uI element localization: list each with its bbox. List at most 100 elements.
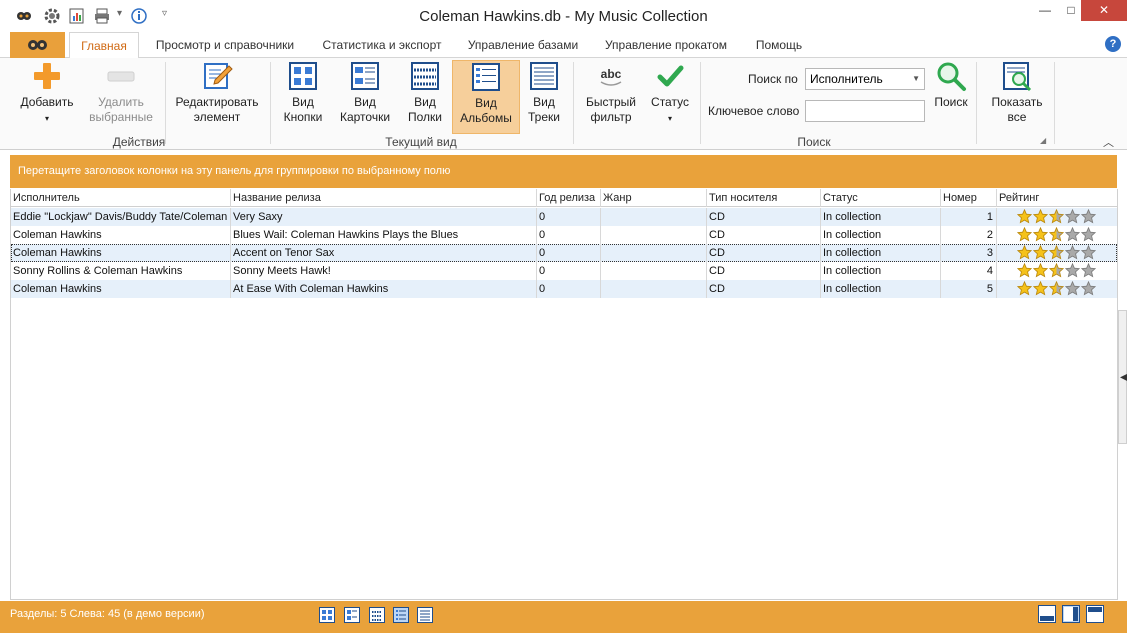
star-icon[interactable] <box>1081 245 1096 260</box>
cell-status: In collection <box>821 208 941 226</box>
star-icon[interactable] <box>1081 263 1096 278</box>
collapse-ribbon-icon[interactable]: ︿ <box>1103 134 1114 150</box>
group-by-panel[interactable]: Перетащите заголовок колонки на эту пане… <box>10 155 1117 188</box>
tab-statistics-export[interactable]: Статистика и экспорт <box>312 32 452 58</box>
view-cards-icon[interactable] <box>344 607 360 623</box>
view-tracks-icon[interactable] <box>417 607 433 623</box>
edit-item-button[interactable]: Редактировать элемент <box>172 60 262 125</box>
tab-home[interactable]: Главная <box>69 32 139 59</box>
star-icon[interactable] <box>1049 281 1064 296</box>
star-icon[interactable] <box>1033 263 1048 278</box>
dialog-launcher-icon[interactable]: ◢ <box>1040 136 1046 145</box>
star-icon[interactable] <box>1033 209 1048 224</box>
column-header-title[interactable]: Название релиза <box>231 189 537 207</box>
ribbon-tabs: Главная Просмотр и справочники Статистик… <box>0 32 1127 59</box>
cell-title: Blues Wail: Coleman Hawkins Plays the Bl… <box>231 226 537 244</box>
star-icon[interactable] <box>1049 227 1064 242</box>
rating-stars[interactable] <box>1017 263 1097 279</box>
star-icon[interactable] <box>1017 209 1032 224</box>
cell-artist: Sonny Rollins & Coleman Hawkins <box>11 262 231 280</box>
star-icon[interactable] <box>1081 209 1096 224</box>
expand-side-panel-icon[interactable]: ◀ <box>1120 372 1127 383</box>
star-icon[interactable] <box>1033 281 1048 296</box>
column-header-artist[interactable]: Исполнитель <box>11 189 231 207</box>
view-buttons-icon[interactable] <box>319 607 335 623</box>
table-row-selected[interactable]: Coleman Hawkins Accent on Tenor Sax 0 CD… <box>11 244 1117 262</box>
view-shelves-button[interactable]: Вид Полки <box>402 60 448 125</box>
column-header-year[interactable]: Год релиза <box>537 189 601 207</box>
chevron-down-icon: ▾ <box>44 114 49 123</box>
star-icon[interactable] <box>1065 209 1080 224</box>
star-icon[interactable] <box>1081 281 1096 296</box>
column-header-number[interactable]: Номер <box>941 189 997 207</box>
show-all-icon <box>1003 62 1032 92</box>
view-albums-icon[interactable] <box>393 607 409 623</box>
delete-selected-button[interactable]: Удалить выбранные <box>86 60 156 125</box>
star-icon[interactable] <box>1065 227 1080 242</box>
cell-year: 0 <box>537 208 601 226</box>
layout-bottom-icon[interactable] <box>1038 605 1056 623</box>
rating-stars[interactable] <box>1017 227 1097 243</box>
table-row[interactable]: Coleman Hawkins At Ease With Coleman Haw… <box>11 280 1117 298</box>
search-by-select[interactable]: Исполнитель ▼ <box>805 68 925 90</box>
table-row[interactable]: Sonny Rollins & Coleman Hawkins Sonny Me… <box>11 262 1117 280</box>
view-albums-button[interactable]: Вид Альбомы <box>452 60 520 134</box>
rating-stars[interactable] <box>1017 209 1097 225</box>
keyword-label: Ключевое слово <box>708 104 800 118</box>
group-label-current-view: Текущий вид <box>385 135 457 149</box>
cell-title: At Ease With Coleman Hawkins <box>231 280 537 298</box>
show-all-button[interactable]: Показать все <box>986 60 1048 125</box>
star-icon[interactable] <box>1049 245 1064 260</box>
search-by-label: Поиск по <box>748 72 798 86</box>
edit-icon <box>204 63 233 89</box>
layout-right-icon[interactable] <box>1062 605 1080 623</box>
search-button[interactable]: Поиск <box>930 60 972 110</box>
column-header-media[interactable]: Тип носителя <box>707 189 821 207</box>
minimize-icon[interactable]: — <box>1031 0 1059 21</box>
app-menu-button[interactable] <box>10 32 65 58</box>
cell-title: Very Saxy <box>231 208 537 226</box>
column-header-rating[interactable]: Рейтинг <box>997 189 1117 207</box>
rating-stars[interactable] <box>1017 245 1097 261</box>
status-button[interactable]: Статус ▾ <box>646 60 694 126</box>
help-icon[interactable]: ? <box>1105 36 1121 52</box>
tab-rental-management[interactable]: Управление прокатом <box>594 32 738 58</box>
view-shelves-icon <box>411 62 439 90</box>
star-icon[interactable] <box>1049 209 1064 224</box>
view-shelves-icon[interactable] <box>369 607 385 623</box>
close-icon[interactable]: ✕ <box>1081 0 1127 21</box>
tab-help[interactable]: Помощь <box>745 32 813 58</box>
view-cards-button[interactable]: Вид Карточки <box>335 60 395 125</box>
star-icon[interactable] <box>1065 281 1080 296</box>
ribbon-separator <box>700 62 701 144</box>
view-buttons-button[interactable]: Вид Кнопки <box>278 60 328 125</box>
column-header-status[interactable]: Статус <box>821 189 941 207</box>
star-icon[interactable] <box>1033 245 1048 260</box>
star-icon[interactable] <box>1017 227 1032 242</box>
keyword-input[interactable] <box>805 100 925 122</box>
chevron-down-icon: ▾ <box>667 114 672 123</box>
ribbon-panel: Добавить ▾ Удалить выбранные Редактирова… <box>0 58 1127 150</box>
column-header-genre[interactable]: Жанр <box>601 189 707 207</box>
star-icon[interactable] <box>1081 227 1096 242</box>
star-icon[interactable] <box>1017 263 1032 278</box>
star-icon[interactable] <box>1065 245 1080 260</box>
table-row[interactable]: Coleman Hawkins Blues Wail: Coleman Hawk… <box>11 226 1117 244</box>
rating-stars[interactable] <box>1017 281 1097 297</box>
table-row[interactable]: Eddie "Lockjaw" Davis/Buddy Tate/Coleman… <box>11 208 1117 226</box>
cell-media: CD <box>707 208 821 226</box>
star-icon[interactable] <box>1017 245 1032 260</box>
checkmark-icon <box>657 65 684 87</box>
cell-number: 5 <box>941 280 997 298</box>
layout-top-icon[interactable] <box>1086 605 1104 623</box>
add-button[interactable]: Добавить ▾ <box>16 60 78 126</box>
tab-view-references[interactable]: Просмотр и справочники <box>144 32 306 58</box>
app-logo-icon <box>28 40 47 50</box>
quick-filter-button[interactable]: abc Быстрый фильтр <box>582 60 640 125</box>
star-icon[interactable] <box>1033 227 1048 242</box>
star-icon[interactable] <box>1017 281 1032 296</box>
view-tracks-button[interactable]: Вид Треки <box>524 60 564 125</box>
star-icon[interactable] <box>1065 263 1080 278</box>
star-icon[interactable] <box>1049 263 1064 278</box>
tab-database-management[interactable]: Управление базами <box>458 32 588 58</box>
